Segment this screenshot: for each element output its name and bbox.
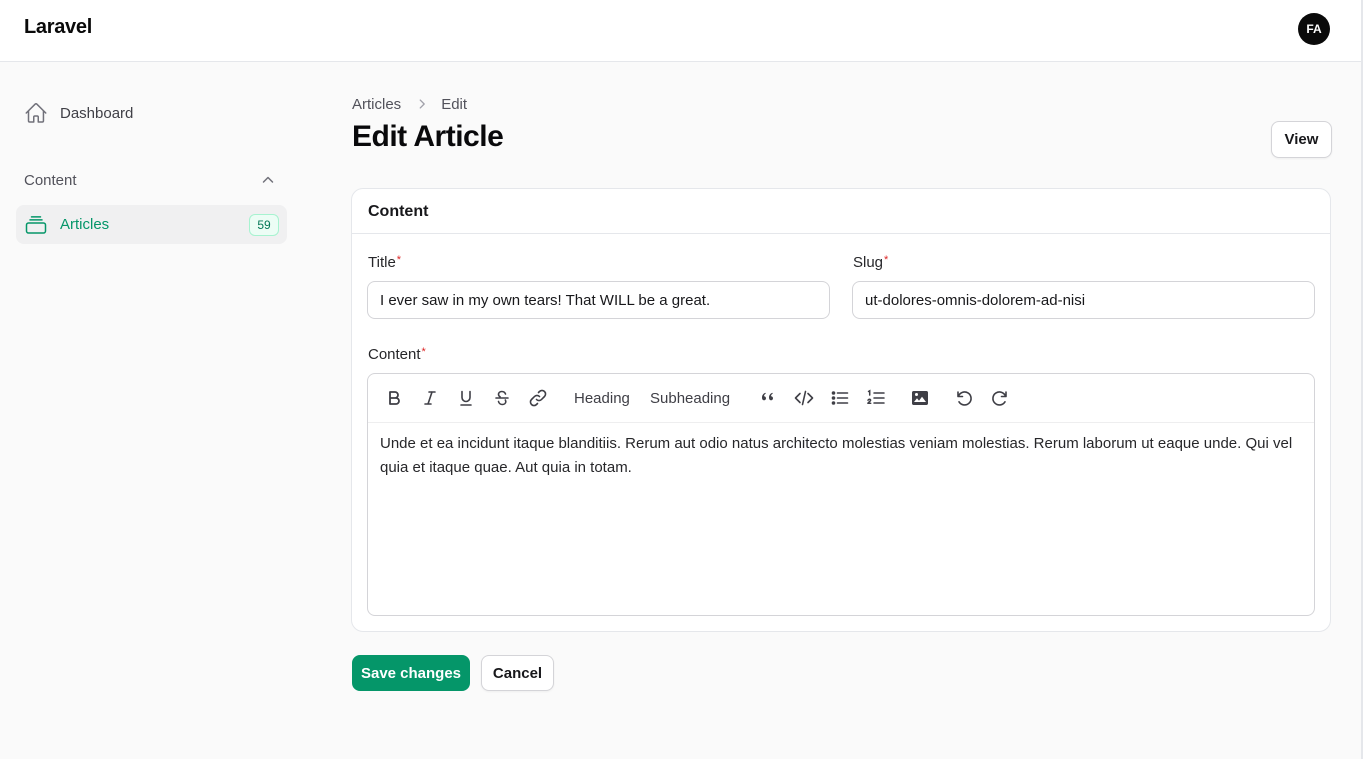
title-input[interactable]	[367, 281, 830, 319]
bold-button[interactable]	[384, 386, 404, 410]
subheading-button[interactable]: Subheading	[650, 386, 730, 410]
cancel-button[interactable]: Cancel	[481, 655, 554, 691]
required-mark: *	[884, 254, 889, 266]
heading-button[interactable]: Heading	[574, 386, 630, 410]
rich-text-editor: Heading Subheading Unde et ea incidunt i…	[367, 373, 1315, 616]
top-bar: Laravel FA	[0, 0, 1363, 62]
brand-logo[interactable]: Laravel	[24, 16, 92, 39]
ordered-list-button[interactable]	[866, 386, 886, 410]
sidebar-item-articles[interactable]: Articles 59	[16, 205, 287, 244]
breadcrumb-link-articles[interactable]: Articles	[352, 96, 401, 113]
italic-icon	[424, 391, 436, 405]
undo-button[interactable]	[954, 386, 974, 410]
editor-content[interactable]: Unde et ea incidunt itaque blanditiis. R…	[368, 423, 1314, 489]
blockquote-button[interactable]	[758, 386, 778, 410]
underline-button[interactable]	[456, 386, 476, 410]
view-button[interactable]: View	[1271, 121, 1332, 158]
slug-label-text: Slug	[853, 254, 884, 271]
title-label-text: Title	[368, 254, 396, 271]
image-button[interactable]	[910, 386, 930, 410]
ordered-list-icon	[867, 389, 885, 404]
sidebar-item-dashboard[interactable]: Dashboard	[24, 101, 133, 125]
section-title: Content	[352, 189, 1330, 234]
user-avatar[interactable]: FA	[1298, 13, 1330, 45]
content-section: Content Title* Slug* Content* Heading Su…	[351, 188, 1331, 632]
required-mark: *	[396, 254, 402, 266]
sidebar-group-label[interactable]: Content	[24, 172, 77, 189]
page-title: Edit Article	[352, 120, 504, 153]
content-label-text: Content	[368, 346, 421, 363]
slug-label: Slug*	[853, 254, 888, 271]
strikethrough-button[interactable]	[492, 386, 512, 410]
count-badge: 59	[249, 213, 279, 236]
chevron-up-icon[interactable]	[260, 172, 276, 188]
breadcrumb: Articles Edit	[352, 94, 467, 114]
code-icon	[794, 390, 814, 406]
title-label: Title*	[368, 254, 401, 271]
save-changes-button[interactable]: Save changes	[352, 655, 470, 691]
code-block-button[interactable]	[794, 386, 814, 410]
image-icon	[912, 391, 928, 405]
strikethrough-icon	[495, 390, 509, 406]
required-mark: *	[421, 346, 426, 358]
redo-icon	[992, 391, 1007, 406]
quote-icon	[762, 392, 773, 401]
underline-icon	[460, 390, 472, 406]
sidebar-item-label: Dashboard	[60, 104, 134, 122]
bullet-list-icon	[831, 391, 849, 405]
bold-icon	[389, 391, 400, 405]
link-icon	[529, 389, 547, 407]
link-button[interactable]	[528, 386, 548, 410]
home-icon	[25, 102, 47, 123]
collection-icon	[25, 215, 47, 234]
content-label: Content*	[368, 346, 426, 363]
editor-toolbar: Heading Subheading	[368, 374, 1314, 423]
slug-input[interactable]	[852, 281, 1315, 319]
chevron-right-icon	[419, 99, 426, 109]
bullet-list-button[interactable]	[830, 386, 850, 410]
breadcrumb-current[interactable]: Edit	[441, 96, 467, 113]
redo-button[interactable]	[990, 386, 1010, 410]
italic-button[interactable]	[420, 386, 440, 410]
sidebar-item-label: Articles	[60, 216, 110, 233]
undo-icon	[957, 391, 972, 406]
